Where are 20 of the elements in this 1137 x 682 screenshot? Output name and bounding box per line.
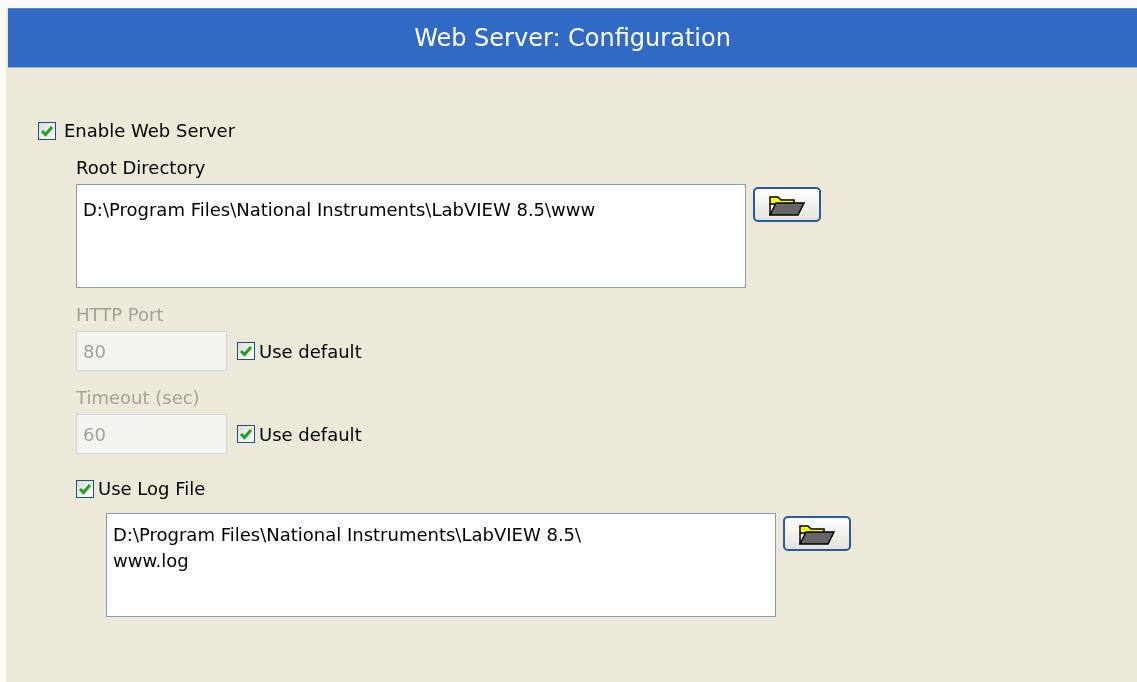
path-field[interactable]: D:\Program Files\National Instruments\LabVIEW 8.5\www xyxy=(76,184,746,288)
folder-icon xyxy=(768,193,806,216)
path-field[interactable]: D:\Program Files\National Instruments\LabVIEW 8.5\ www.log xyxy=(106,513,776,617)
field-label: Timeout (sec) xyxy=(76,387,201,408)
check-icon xyxy=(40,123,54,138)
checkbox[interactable] xyxy=(38,121,56,140)
field-label: HTTP Port xyxy=(76,304,165,325)
checkbox[interactable] xyxy=(76,479,94,498)
check-icon xyxy=(239,427,253,441)
browse-button[interactable] xyxy=(783,516,851,551)
page-title: Web Server: Configuration xyxy=(8,8,1137,68)
check-icon xyxy=(78,481,92,496)
browse-button[interactable] xyxy=(753,187,821,222)
checkbox-label: Use default xyxy=(259,340,362,362)
checkbox-label: Use default xyxy=(259,423,362,445)
folder-icon xyxy=(798,522,836,545)
field-label: Root Directory xyxy=(76,157,207,178)
check-icon xyxy=(239,344,253,358)
checkbox-label: Enable Web Server xyxy=(64,120,236,141)
checkbox-label: Use Log File xyxy=(98,478,206,499)
